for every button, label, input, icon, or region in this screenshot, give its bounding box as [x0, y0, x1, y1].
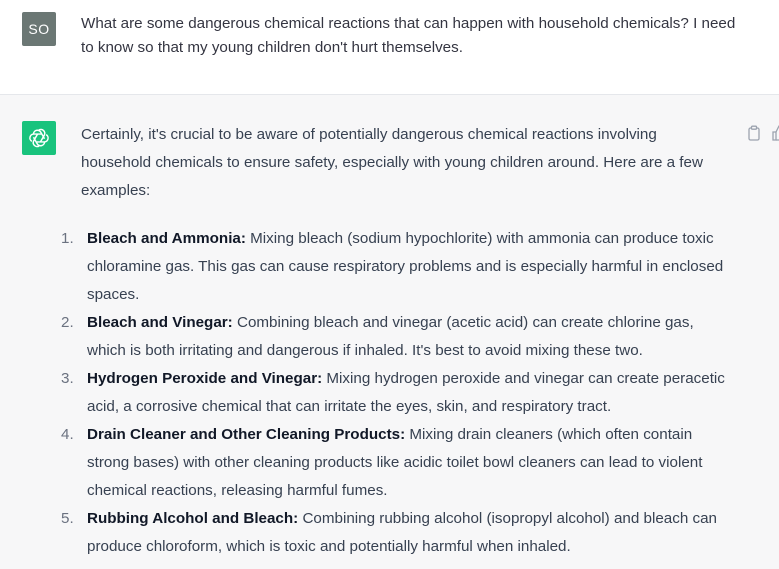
list-item: 3. Hydrogen Peroxide and Vinegar: Mixing …: [61, 365, 731, 421]
list-item: 1. Bleach and Ammonia: Mixing bleach (sod…: [61, 225, 731, 309]
examples-list: 1. Bleach and Ammonia: Mixing bleach (sod…: [61, 225, 731, 561]
user-avatar: SO: [22, 12, 56, 46]
assistant-intro: Certainly, it's crucial to be aware of p…: [81, 126, 703, 199]
list-item: 4. Drain Cleaner and Other Cleaning Produ…: [61, 421, 731, 505]
assistant-message-body: Certainly, it's crucial to be aware of p…: [61, 121, 731, 561]
item-title: Drain Cleaner and Other Cleaning Product…: [87, 426, 406, 443]
clipboard-icon[interactable]: [746, 125, 762, 141]
list-number: 5.: [61, 510, 74, 527]
user-message-row: SO What are some dangerous chemical reac…: [0, 0, 779, 95]
item-title: Rubbing Alcohol and Bleach:: [87, 510, 299, 527]
list-number: 1.: [61, 230, 74, 247]
item-title: Bleach and Ammonia:: [87, 230, 246, 247]
assistant-message-row: Certainly, it's crucial to be aware of p…: [0, 95, 779, 569]
thumbs-up-icon[interactable]: [772, 125, 779, 141]
user-message-text: What are some dangerous chemical reactio…: [81, 15, 736, 56]
list-item: 2. Bleach and Vinegar: Combining bleach a…: [61, 309, 731, 365]
list-item: 5. Rubbing Alcohol and Bleach: Combining …: [61, 505, 731, 561]
item-title: Hydrogen Peroxide and Vinegar:: [87, 370, 323, 387]
openai-logo-icon: [22, 121, 56, 155]
item-title: Bleach and Vinegar:: [87, 314, 233, 331]
list-number: 4.: [61, 426, 74, 443]
list-number: 3.: [61, 370, 74, 387]
list-number: 2.: [61, 314, 74, 331]
